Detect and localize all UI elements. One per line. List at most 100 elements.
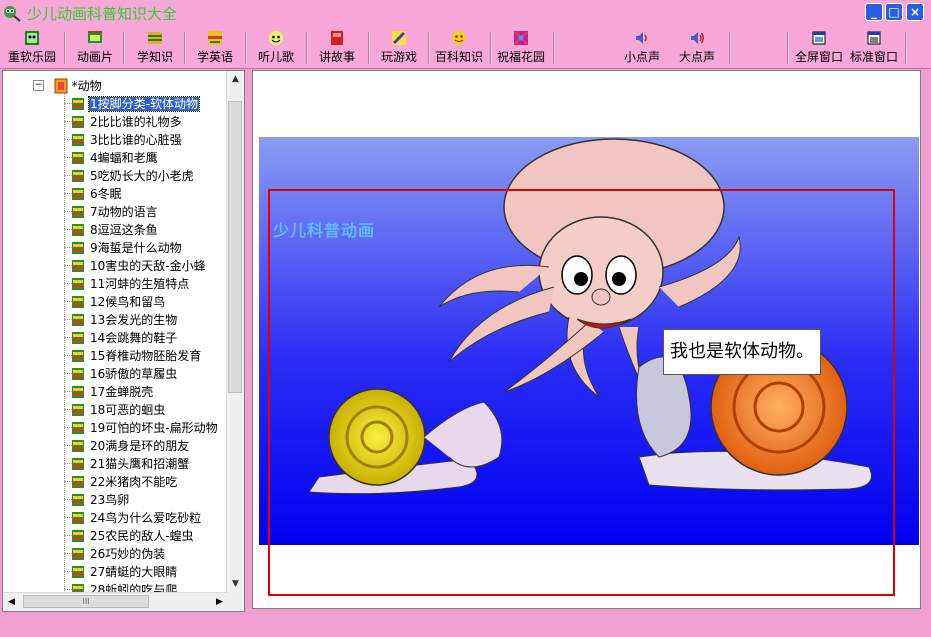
tree-item[interactable]: 22米猪肉不能吃	[71, 473, 178, 491]
tree-item[interactable]: 20满身是环的朋友	[71, 437, 190, 455]
toolbar-separator	[64, 32, 66, 64]
tree-item-label: 15脊椎动物胚胎发育	[90, 349, 202, 363]
topic-tree[interactable]: − *动物 1按脚分类-软体动物 2比比谁的礼物多 3比比谁的心脏强 4蝙蝠和老鹰 5吃…	[3, 71, 228, 593]
tree-item-label: 19可怕的坏虫-扁形动物	[90, 421, 218, 435]
scroll-down-arrow-icon[interactable]: ▼	[227, 576, 244, 593]
tree-item[interactable]: 16骄傲的草履虫	[71, 365, 178, 383]
tree-item[interactable]: 12候鸟和留鸟	[71, 293, 166, 311]
lesson-book-icon	[72, 475, 84, 488]
tree-item[interactable]: 24鸟为什么爱吃砂粒	[71, 509, 202, 527]
tree-item-label: 8逗逗这条鱼	[90, 223, 158, 237]
tree-item-label: 12候鸟和留鸟	[90, 295, 166, 309]
scroll-right-arrow-icon[interactable]: ▶	[211, 593, 228, 611]
tree-item[interactable]: 15脊椎动物胚胎发育	[71, 347, 202, 365]
tree-item[interactable]: 21猫头鹰和招潮蟹	[71, 455, 190, 473]
lesson-book-icon	[72, 493, 84, 506]
tree-item-label: 11河蚌的生殖特点	[90, 277, 190, 291]
volume-down-button[interactable]: 小点声	[617, 29, 667, 66]
flower-icon	[514, 31, 528, 45]
tree-item[interactable]: 18可恶的蛔虫	[71, 401, 166, 419]
tree-item-label: 9海蜇是什么动物	[90, 241, 182, 255]
tree-item[interactable]: 5吃奶长大的小老虎	[71, 167, 195, 185]
tree-item[interactable]: 27蜻蜓的大眼睛	[71, 563, 178, 581]
volume-up-button[interactable]: 大点声	[672, 29, 722, 66]
toolbar-button-blessing-garden[interactable]: 祝福花园	[494, 29, 548, 66]
animation-scene[interactable]: 少儿科普动画 我也是软体动物。	[259, 137, 919, 596]
toolbar-separator	[184, 32, 186, 64]
animation-viewer-panel: 少儿科普动画 我也是软体动物。	[252, 70, 921, 609]
toolbar-separator	[787, 32, 789, 64]
lesson-book-icon	[72, 277, 84, 290]
toolbar-button-home[interactable]: 重软乐园	[4, 29, 60, 66]
tree-root-label: *动物	[71, 79, 102, 93]
close-button[interactable]: ×	[906, 3, 924, 21]
lesson-book-icon	[72, 529, 84, 542]
minimize-button[interactable]: _	[865, 3, 883, 21]
toolbar-separator	[368, 32, 370, 64]
tree-item[interactable]: 7动物的语言	[71, 203, 159, 221]
tree-item[interactable]: 10害虫的天敌-金小蜂	[71, 257, 207, 275]
tree-item[interactable]: 23鸟卵	[71, 491, 130, 509]
tree-item-label: 1按脚分类-软体动物	[88, 96, 200, 112]
scrollbar-thumb[interactable]	[228, 101, 242, 393]
lesson-book-icon	[72, 133, 84, 146]
window-icon	[867, 31, 881, 45]
lesson-book-icon	[72, 403, 84, 416]
tree-item-label: 5吃奶长大的小老虎	[90, 169, 194, 183]
toolbar-button-english[interactable]: 学英语	[190, 29, 240, 66]
maximize-button[interactable]: □	[885, 3, 903, 21]
speech-bubble: 我也是软体动物。	[663, 329, 821, 375]
lesson-book-icon	[72, 169, 84, 182]
main-toolbar: 重软乐园 动画片 学知识 学英语 听儿歌 讲故事 玩游戏 百科知识 祝福花园 小…	[0, 28, 931, 69]
tree-item[interactable]: 1按脚分类-软体动物	[71, 95, 200, 113]
tree-item[interactable]: 26巧妙的伪装	[71, 545, 166, 563]
collapse-toggle-icon[interactable]: −	[33, 80, 44, 91]
toolbar-separator	[428, 32, 430, 64]
scrollbar-thumb[interactable]: III	[23, 595, 149, 608]
tree-item[interactable]: 4蝙蝠和老鹰	[71, 149, 159, 167]
tree-item[interactable]: 13会发光的生物	[71, 311, 178, 329]
tree-item[interactable]: 2比比谁的礼物多	[71, 113, 183, 131]
tree-item[interactable]: 6冬眠	[71, 185, 123, 203]
tree-item[interactable]: 14会跳舞的鞋子	[71, 329, 178, 347]
tree-item[interactable]: 17金蝉脱壳	[71, 383, 154, 401]
toolbar-separator	[490, 32, 492, 64]
smiley-icon	[452, 31, 466, 45]
tree-item[interactable]: 3比比谁的心脏强	[71, 131, 183, 149]
tree-item-label: 21猫头鹰和招潮蟹	[90, 457, 190, 471]
tree-item[interactable]: 8逗逗这条鱼	[71, 221, 159, 239]
tree-horizontal-scrollbar[interactable]: ◀ III ▶	[3, 592, 228, 611]
scroll-up-arrow-icon[interactable]: ▲	[227, 71, 244, 88]
lesson-book-icon	[72, 385, 84, 398]
tree-connector-line	[64, 93, 65, 593]
toolbar-button-encyclopedia[interactable]: 百科知识	[432, 29, 486, 66]
app-logo-icon	[4, 6, 21, 22]
tree-item-label: 10害虫的天敌-金小蜂	[90, 259, 206, 273]
tree-item-label: 13会发光的生物	[90, 313, 178, 327]
toolbar-separator	[123, 32, 125, 64]
toolbar-button-songs[interactable]: 听儿歌	[251, 29, 301, 66]
tree-item-label: 7动物的语言	[90, 205, 158, 219]
toolbar-button-stories[interactable]: 讲故事	[312, 29, 362, 66]
tree-item[interactable]: 25农民的敌人-蝗虫	[71, 527, 195, 545]
toolbar-button-cartoon[interactable]: 动画片	[70, 29, 120, 66]
tree-vertical-scrollbar[interactable]: ▲ ▼	[226, 71, 244, 593]
tree-item[interactable]: 19可怕的坏虫-扁形动物	[71, 419, 219, 437]
standard-window-button[interactable]: 标准窗口	[848, 29, 900, 66]
toolbar-button-games[interactable]: 玩游戏	[374, 29, 424, 66]
film-icon	[88, 31, 102, 43]
toolbar-button-knowledge[interactable]: 学知识	[130, 29, 180, 66]
story-icon	[331, 31, 343, 45]
music-icon	[269, 31, 283, 45]
tree-item-label: 17金蝉脱壳	[90, 385, 154, 399]
tree-item[interactable]: 11河蚌的生殖特点	[71, 275, 190, 293]
lesson-book-icon	[72, 349, 84, 362]
tree-item[interactable]: 9海蜇是什么动物	[71, 239, 183, 257]
tree-item-label: 23鸟卵	[90, 493, 130, 507]
lesson-book-icon	[72, 205, 84, 218]
tree-root-node[interactable]: − *动物	[33, 77, 102, 93]
volume-down-icon	[636, 32, 647, 44]
highlight-frame	[268, 189, 895, 596]
scroll-left-arrow-icon[interactable]: ◀	[3, 593, 20, 611]
fullscreen-button[interactable]: 全屏窗口	[793, 29, 845, 66]
